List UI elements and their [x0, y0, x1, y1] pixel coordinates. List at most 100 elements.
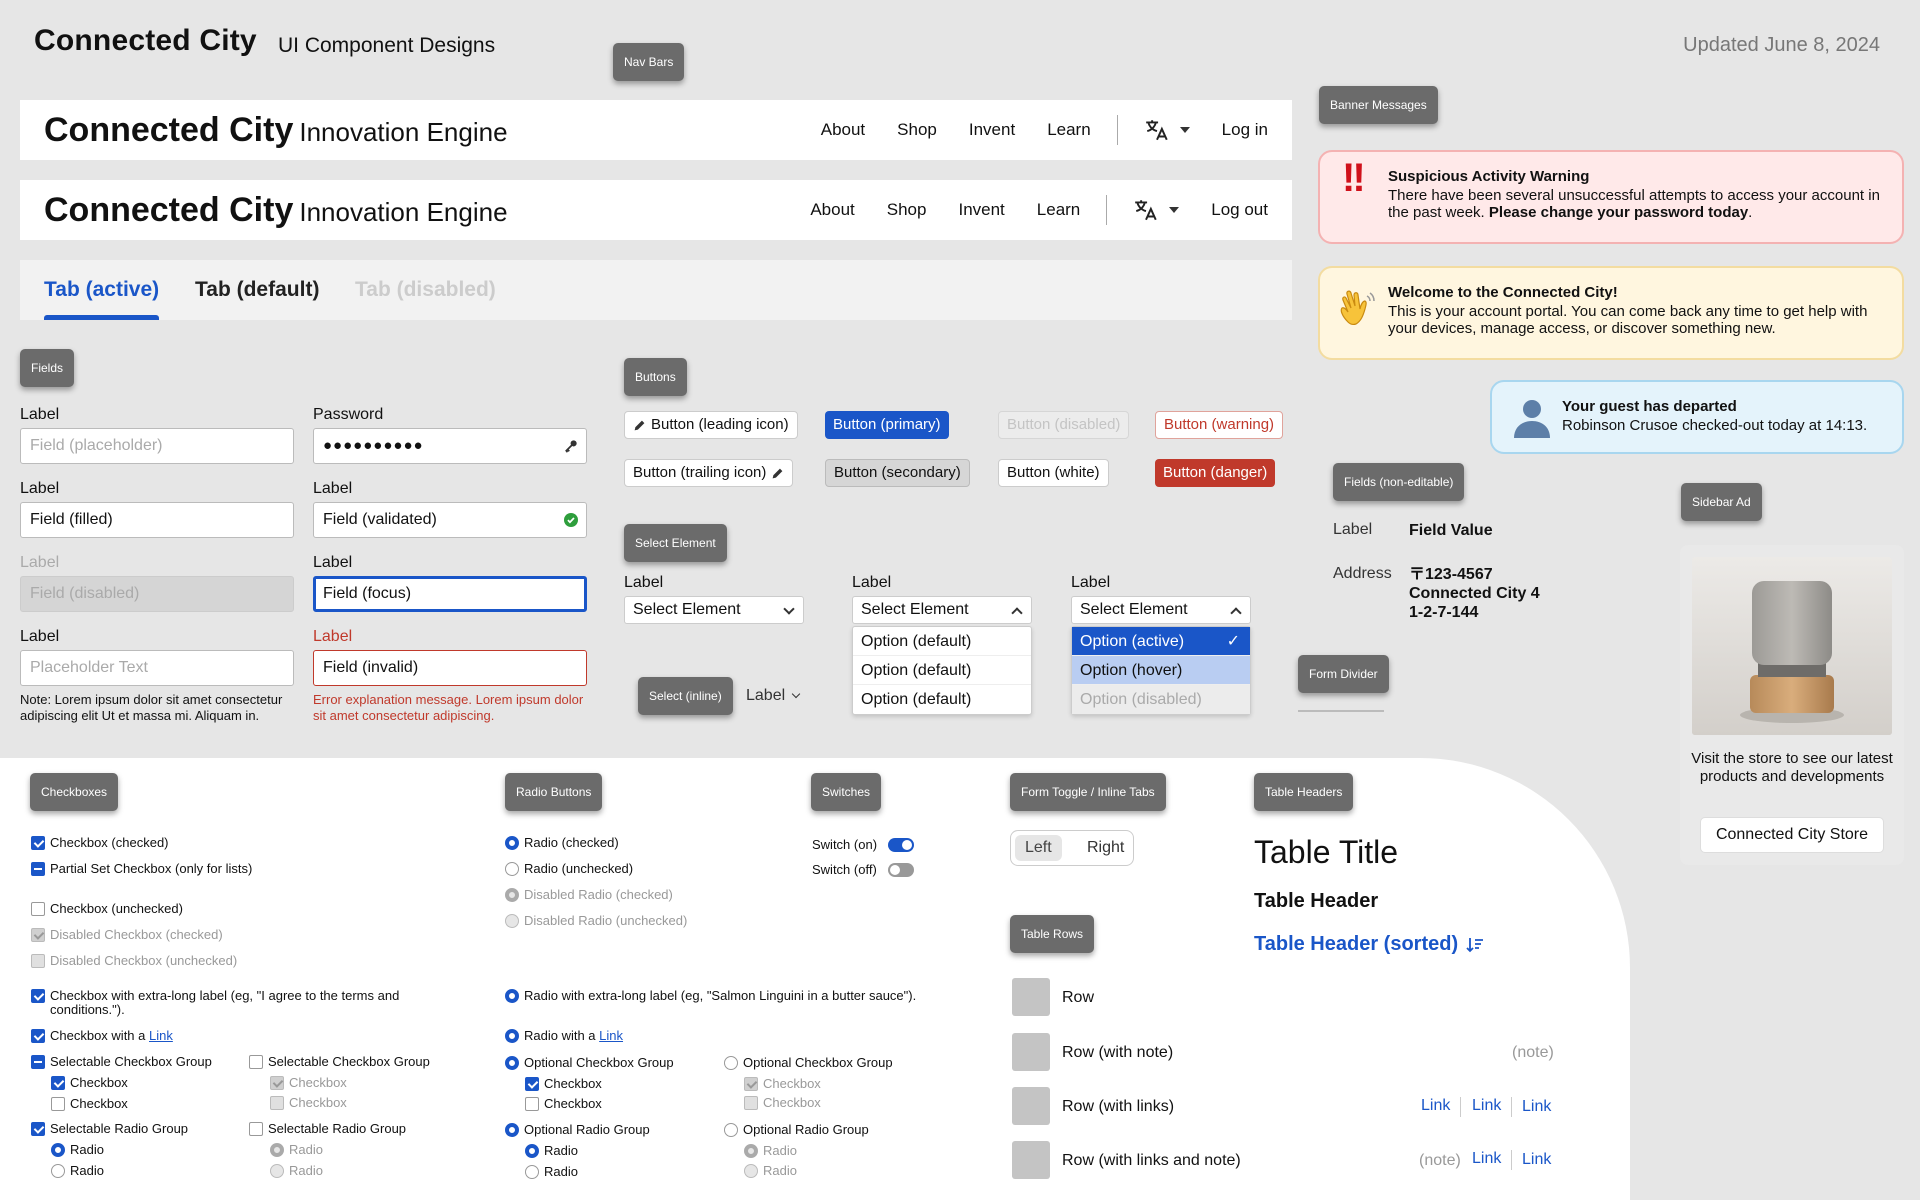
- navbar-brand[interactable]: Connected City Innovation Engine: [44, 111, 508, 150]
- select-option-active[interactable]: Option (active) ✓: [1072, 627, 1250, 656]
- nav-link-learn[interactable]: Learn: [1037, 200, 1080, 220]
- logout-link[interactable]: Log out: [1211, 200, 1268, 220]
- login-link[interactable]: Log in: [1222, 120, 1268, 140]
- radio-circle[interactable]: [724, 1123, 738, 1137]
- row-link[interactable]: Link: [1421, 1097, 1450, 1115]
- row-link[interactable]: Link: [1472, 1097, 1501, 1115]
- checkbox-with-link[interactable]: Checkbox with a Link: [31, 1029, 173, 1043]
- checkbox-group-item[interactable]: Checkbox: [51, 1097, 128, 1111]
- tab-active[interactable]: Tab (active): [44, 278, 160, 320]
- checkbox-box[interactable]: [31, 989, 45, 1003]
- select-closed[interactable]: Select Element: [624, 596, 804, 624]
- text-field-placeholder-text[interactable]: Placeholder Text: [20, 650, 294, 686]
- radio-circle[interactable]: [51, 1164, 65, 1178]
- language-selector[interactable]: [1144, 117, 1190, 143]
- navbar-brand[interactable]: Connected City Innovation Engine: [44, 191, 508, 230]
- nav-link-learn[interactable]: Learn: [1047, 120, 1090, 140]
- button-secondary[interactable]: Button (secondary): [825, 459, 970, 487]
- row-link[interactable]: Link: [1472, 1150, 1501, 1168]
- text-field-filled[interactable]: Field (filled): [20, 502, 294, 538]
- checkbox-box[interactable]: [31, 1122, 45, 1136]
- checkbox-group-item[interactable]: Checkbox: [51, 1076, 128, 1090]
- password-field[interactable]: ●●●●●●●●●●: [313, 428, 587, 464]
- button-warning[interactable]: Button (warning): [1155, 411, 1284, 439]
- nav-link-about[interactable]: About: [821, 120, 865, 140]
- checkbox-unchecked[interactable]: Checkbox (unchecked): [31, 902, 183, 916]
- select-open-states[interactable]: Select Element: [1071, 596, 1251, 624]
- button-leading-icon[interactable]: Button (leading icon): [624, 411, 798, 439]
- checkbox-checked[interactable]: Checkbox (checked): [31, 836, 169, 850]
- checkbox-box[interactable]: [51, 1076, 65, 1090]
- table-row[interactable]: Row: [1062, 989, 1094, 1007]
- table-header[interactable]: Table Header: [1254, 890, 1378, 913]
- table-row[interactable]: Row (with links and note): [1062, 1152, 1241, 1170]
- optional-checkbox-item[interactable]: Checkbox: [525, 1097, 602, 1111]
- text-field-invalid[interactable]: Field (invalid): [313, 650, 587, 686]
- radio-circle[interactable]: [505, 1123, 519, 1137]
- tab-default[interactable]: Tab (default): [195, 278, 319, 302]
- language-selector[interactable]: [1133, 197, 1180, 223]
- optional-radio-group[interactable]: Optional Radio Group: [505, 1123, 650, 1137]
- checkbox-partial[interactable]: Partial Set Checkbox (only for lists): [31, 862, 261, 876]
- radio-circle[interactable]: [724, 1056, 738, 1070]
- checkbox-long-label[interactable]: Checkbox with extra-long label (eg, "I a…: [31, 989, 451, 1017]
- optional-checkbox-group-off[interactable]: Optional Checkbox Group: [724, 1056, 893, 1070]
- row-link[interactable]: Link: [1522, 1151, 1551, 1169]
- table-header-sorted[interactable]: Table Header (sorted): [1254, 933, 1484, 956]
- table-row[interactable]: Row (with links): [1062, 1098, 1174, 1116]
- text-field-placeholder[interactable]: Field (placeholder): [20, 428, 294, 464]
- radio-circle[interactable]: [51, 1143, 65, 1157]
- radio-group-selectable-off[interactable]: Selectable Radio Group: [249, 1122, 406, 1136]
- switch-on[interactable]: [888, 838, 914, 852]
- radio-circle[interactable]: [505, 862, 519, 876]
- store-button[interactable]: Connected City Store: [1700, 817, 1884, 853]
- radio-long-label[interactable]: Radio with extra-long label (eg, "Salmon…: [505, 989, 925, 1003]
- select-option[interactable]: Option (default): [853, 685, 1031, 714]
- select-option[interactable]: Option (default): [853, 656, 1031, 685]
- checkbox-box[interactable]: [525, 1097, 539, 1111]
- optional-checkbox-group[interactable]: Optional Checkbox Group: [505, 1056, 674, 1070]
- checkbox-box[interactable]: [31, 1029, 45, 1043]
- checkbox-box[interactable]: [51, 1097, 65, 1111]
- nav-link-about[interactable]: About: [810, 200, 854, 220]
- radio-circle[interactable]: [525, 1144, 539, 1158]
- optional-radio-item[interactable]: Radio: [525, 1165, 578, 1179]
- checkbox-box[interactable]: [31, 902, 45, 916]
- optional-radio-group-off[interactable]: Optional Radio Group: [724, 1123, 869, 1137]
- text-field-validated[interactable]: Field (validated): [313, 502, 587, 538]
- toggle-left[interactable]: Left: [1015, 835, 1062, 861]
- radio-circle[interactable]: [505, 1029, 519, 1043]
- nav-link-shop[interactable]: Shop: [897, 120, 937, 140]
- inline-link[interactable]: Link: [149, 1028, 173, 1043]
- button-danger[interactable]: Button (danger): [1155, 459, 1276, 487]
- radio-circle[interactable]: [525, 1165, 539, 1179]
- checkbox-box[interactable]: [249, 1055, 263, 1069]
- checkbox-group-selectable-off[interactable]: Selectable Checkbox Group: [249, 1055, 430, 1069]
- select-option-hover[interactable]: Option (hover): [1072, 656, 1250, 685]
- radio-checked[interactable]: Radio (checked): [505, 836, 619, 850]
- radio-circle[interactable]: [505, 989, 519, 1003]
- optional-checkbox-item[interactable]: Checkbox: [525, 1077, 602, 1091]
- key-icon[interactable]: [564, 439, 578, 453]
- radio-group-item[interactable]: Radio: [51, 1164, 104, 1178]
- select-inline[interactable]: Label: [746, 687, 801, 705]
- radio-group-item[interactable]: Radio: [51, 1143, 104, 1157]
- radio-circle[interactable]: [505, 1056, 519, 1070]
- checkbox-box[interactable]: [31, 1055, 45, 1069]
- table-row[interactable]: Row (with note): [1062, 1044, 1173, 1062]
- nav-link-invent[interactable]: Invent: [969, 120, 1015, 140]
- select-open[interactable]: Select Element: [852, 596, 1032, 624]
- checkbox-box[interactable]: [525, 1077, 539, 1091]
- optional-radio-item[interactable]: Radio: [525, 1144, 578, 1158]
- radio-circle[interactable]: [505, 836, 519, 850]
- inline-link[interactable]: Link: [599, 1028, 623, 1043]
- row-link[interactable]: Link: [1522, 1098, 1551, 1116]
- checkbox-box[interactable]: [249, 1122, 263, 1136]
- checkbox-box[interactable]: [31, 836, 45, 850]
- toggle-right[interactable]: Right: [1077, 835, 1134, 861]
- button-white[interactable]: Button (white): [998, 459, 1109, 487]
- nav-link-invent[interactable]: Invent: [958, 200, 1004, 220]
- button-trailing-icon[interactable]: Button (trailing icon): [624, 459, 794, 487]
- radio-group-selectable[interactable]: Selectable Radio Group: [31, 1122, 188, 1136]
- radio-with-link[interactable]: Radio with a Link: [505, 1029, 623, 1043]
